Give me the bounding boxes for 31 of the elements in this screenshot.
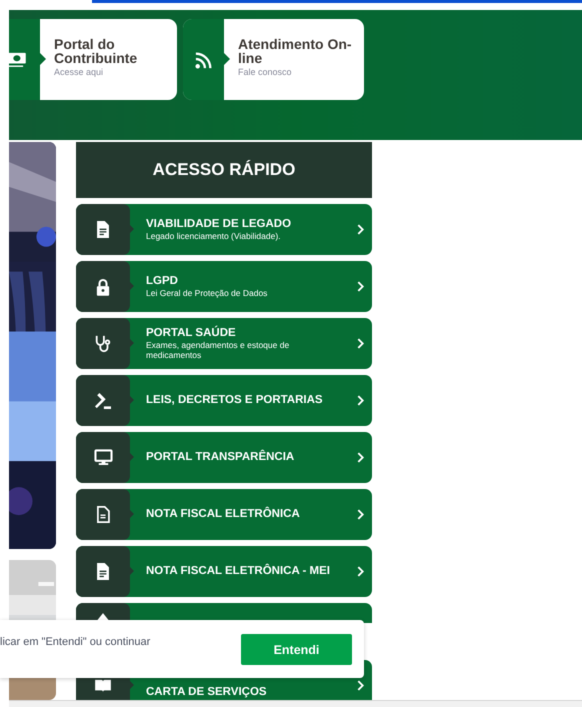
rss-icon bbox=[194, 50, 212, 68]
stethoscope-icon bbox=[94, 334, 112, 352]
portal-card[interactable]: Atendimento On-line Fale conosco bbox=[183, 19, 364, 100]
document-icon bbox=[96, 563, 110, 580]
book-icon bbox=[94, 678, 112, 692]
accept-button[interactable]: Entendi bbox=[241, 634, 352, 665]
chevron-right-icon bbox=[357, 452, 364, 463]
document-icon bbox=[96, 506, 110, 523]
chevron-right-icon bbox=[357, 281, 364, 292]
chevron-right-icon bbox=[357, 224, 364, 235]
quick-link[interactable]: NOTA FISCAL ELETRÔNICA - MEI bbox=[76, 546, 372, 597]
chevron-right-icon bbox=[357, 395, 364, 406]
cookie-text: licar em "Entendi" ou continuar bbox=[0, 636, 150, 648]
card-subtitle: Acesse aqui bbox=[54, 67, 104, 77]
quick-link[interactable]: VIABILIDADE DE LEGADO Legado licenciamento (Viabilidade). bbox=[76, 204, 372, 255]
chevron-right-icon bbox=[357, 509, 364, 520]
chevron-right-icon bbox=[357, 566, 364, 577]
chevron-right-icon bbox=[357, 680, 364, 691]
lock-icon bbox=[96, 278, 110, 296]
quick-link[interactable]: PORTAL TRANSPARÊNCIA bbox=[76, 432, 372, 483]
card-title: Atendimento On-line bbox=[238, 37, 353, 65]
quick-link[interactable]: LGPD Lei Geral de Proteção de Dados bbox=[76, 261, 372, 312]
card-title: Portal do Contribuinte bbox=[54, 37, 138, 65]
quick-link[interactable]: PORTAL SAÚDE Exames, agendamentos e estoque de medicamentos bbox=[76, 318, 372, 369]
quick-link[interactable]: NOTA FISCAL ELETRÔNICA bbox=[76, 489, 372, 540]
chevron-right-icon bbox=[357, 338, 364, 349]
quick-link[interactable]: LEIS, DECRETOS E PORTARIAS bbox=[76, 375, 372, 426]
card-subtitle: Fale conosco bbox=[238, 67, 293, 77]
section-title: ACESSO RÁPIDO bbox=[76, 142, 372, 198]
document-icon bbox=[96, 221, 110, 238]
monitor-icon bbox=[94, 449, 112, 466]
